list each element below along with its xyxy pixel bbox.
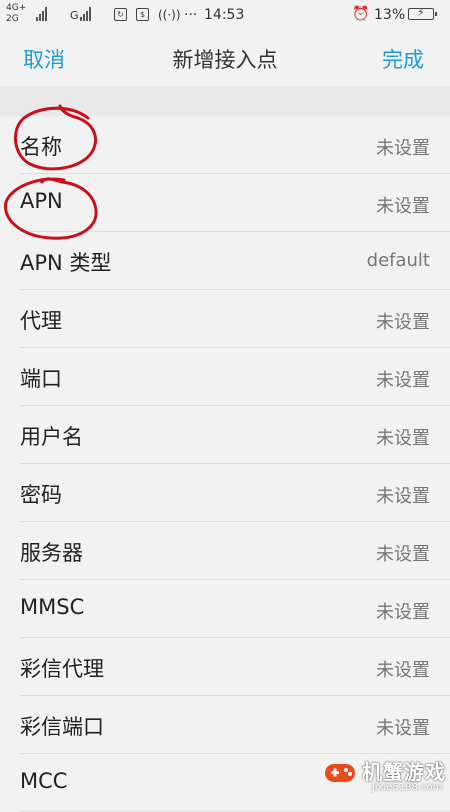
item-label: 彩信代理 — [20, 657, 104, 681]
watermark: 机蟹游戏 jixie5188.com — [322, 750, 450, 800]
header-bar: 取消 新增接入点 完成 — [0, 30, 450, 86]
item-value: 未设置 — [376, 660, 430, 681]
sim-icon: $ — [136, 8, 149, 21]
item-label: 端口 — [20, 367, 62, 391]
item-value: 未设置 — [376, 486, 430, 507]
list-item-proxy[interactable]: 代理 未设置 — [20, 290, 450, 348]
item-label: 用户名 — [20, 425, 83, 449]
apn-settings-list: 名称 未设置 APN 未设置 APN 类型 default 代理 未设置 端口 … — [0, 116, 450, 812]
item-value: 未设置 — [376, 196, 430, 217]
list-item-mms-proxy[interactable]: 彩信代理 未设置 — [20, 638, 450, 696]
section-divider — [0, 86, 450, 116]
list-item-mmsc[interactable]: MMSC 未设置 — [20, 580, 450, 638]
item-label: 彩信端口 — [20, 715, 104, 739]
gamepad-logo-icon — [325, 764, 355, 782]
wifi-call-icon: ((·)) — [158, 8, 181, 22]
list-item-mms-port[interactable]: 彩信端口 未设置 — [20, 696, 450, 754]
signal-icon — [80, 7, 91, 21]
item-label: APN 类型 — [20, 251, 112, 275]
more-icon: ··· — [184, 7, 198, 23]
list-item-port[interactable]: 端口 未设置 — [20, 348, 450, 406]
done-button[interactable]: 完成 — [382, 44, 424, 74]
status-bar: 4G+ 2G G ↻ $ ((·)) ··· 14:53 ⏰ 13% ⚡ — [0, 0, 450, 30]
signal-icon — [36, 7, 47, 21]
sync-icon: ↻ — [114, 8, 127, 21]
item-label: APN — [20, 189, 63, 213]
battery-percent: 13% — [374, 7, 406, 23]
list-item-apn-type[interactable]: APN 类型 default — [20, 232, 450, 290]
item-label: 名称 — [20, 135, 62, 159]
watermark-url: jixie5188.com — [372, 782, 443, 793]
item-value: 未设置 — [376, 428, 430, 449]
item-label: MCC — [20, 769, 68, 793]
item-value: 未设置 — [376, 602, 430, 623]
item-label: MMSC — [20, 595, 85, 619]
network-2g-label: 2G — [6, 14, 19, 24]
battery-charging-icon: ⚡ — [408, 6, 437, 20]
item-label: 密码 — [20, 483, 62, 507]
list-item-password[interactable]: 密码 未设置 — [20, 464, 450, 522]
watermark-title: 机蟹游戏 — [362, 760, 446, 784]
item-value: 未设置 — [376, 718, 430, 739]
alarm-icon: ⏰ — [352, 6, 370, 22]
item-value: 未设置 — [376, 312, 430, 333]
list-item-name[interactable]: 名称 未设置 — [20, 116, 450, 174]
item-value: 未设置 — [376, 138, 430, 159]
list-item-apn[interactable]: APN 未设置 — [20, 174, 450, 232]
item-label: 服务器 — [20, 541, 83, 565]
clock-time: 14:53 — [204, 7, 245, 23]
item-label: 代理 — [20, 309, 62, 333]
carrier-g-label: G — [70, 9, 79, 22]
item-value: default — [366, 250, 430, 271]
network-type: 4G+ 2G — [6, 3, 36, 25]
bolt-icon: ⚡ — [417, 6, 425, 19]
item-value: 未设置 — [376, 544, 430, 565]
item-value: 未设置 — [376, 370, 430, 391]
network-4g-label: 4G+ — [6, 3, 27, 13]
list-item-server[interactable]: 服务器 未设置 — [20, 522, 450, 580]
list-item-username[interactable]: 用户名 未设置 — [20, 406, 450, 464]
